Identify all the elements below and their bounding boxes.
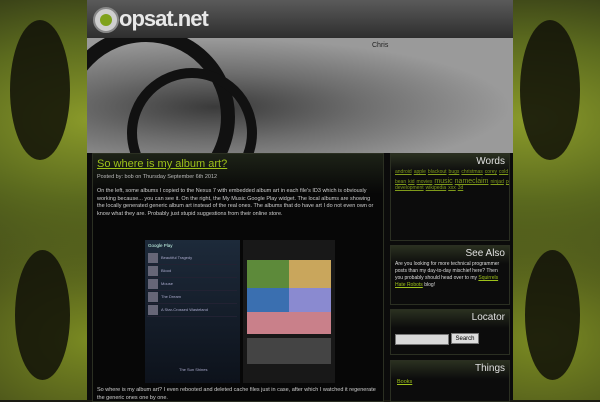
- album-row: Beautiful Tragedy: [147, 252, 237, 265]
- tag-link[interactable]: christmas: [461, 169, 482, 175]
- widget-title: Things: [474, 363, 505, 374]
- ornament-right: [520, 20, 580, 160]
- tag-link[interactable]: ninjad: [491, 179, 504, 185]
- site-logo[interactable]: opsat.net: [119, 6, 209, 32]
- widget-tile: [289, 288, 331, 312]
- tag-link[interactable]: cold: [499, 169, 508, 175]
- tag-link[interactable]: performance: [506, 179, 509, 185]
- tag-link[interactable]: apple: [414, 169, 426, 175]
- tag-link[interactable]: music: [434, 178, 452, 185]
- blog-post: So where is my album art? Posted by: bob…: [92, 153, 384, 402]
- screenshot-header: Google Play: [148, 243, 173, 248]
- books-link[interactable]: Books: [397, 379, 412, 385]
- tag-link[interactable]: corey: [485, 169, 497, 175]
- phone-screenshot-right: [243, 240, 335, 383]
- widget-tile: [289, 260, 331, 288]
- widget-words: Words android apple blackout bugs christmas c…: [390, 153, 510, 241]
- ornament-left: [10, 20, 70, 160]
- album-art-icon: [148, 279, 158, 289]
- album-art-icon: [148, 292, 158, 302]
- widget-tile: [289, 312, 331, 334]
- tag-link[interactable]: bugs: [449, 169, 460, 175]
- header-bar: opsat.net: [87, 0, 513, 39]
- widget-locator: Locator Search: [390, 309, 510, 355]
- widget-see-also: See Also Are you looking for more techni…: [390, 245, 510, 305]
- tag-link[interactable]: android: [395, 169, 412, 175]
- banner-tag: Chris: [372, 42, 389, 49]
- ornament-left-lower: [15, 250, 70, 380]
- tag-cloud: android apple blackout bugs christmas corey co…: [395, 169, 509, 191]
- logo-icon[interactable]: [93, 7, 119, 33]
- screenshot-footer: The Sun Shines: [179, 367, 208, 372]
- widget-tile: [247, 260, 289, 288]
- widget-title: See Also: [465, 248, 505, 259]
- header-banner: Chris: [87, 38, 513, 153]
- tag-link[interactable]: wikipedia: [426, 185, 447, 191]
- widget-tile: [247, 338, 331, 364]
- widget-tile: [247, 288, 289, 312]
- tag-link[interactable]: 3d: [458, 185, 464, 191]
- widget-title: Words: [476, 156, 505, 167]
- search-input[interactable]: [395, 334, 449, 345]
- search-button[interactable]: Search: [451, 333, 479, 344]
- ornament-right-lower: [525, 250, 580, 380]
- album-row: The Dream: [147, 291, 237, 304]
- album-art-icon: [148, 253, 158, 263]
- see-also-text: Are you looking for more technical progr…: [395, 261, 500, 288]
- widget-tile: [247, 312, 289, 334]
- album-row: Blood: [147, 265, 237, 278]
- tag-link[interactable]: blackout: [428, 169, 447, 175]
- tag-link[interactable]: nameclaim: [455, 178, 489, 185]
- tag-link[interactable]: xxx: [448, 185, 456, 191]
- phone-screenshot-left: Google Play Beautiful Tragedy Blood Mous…: [145, 240, 240, 383]
- album-art-icon: [148, 305, 158, 315]
- post-body: On the left, some albums I copied to the…: [97, 188, 374, 217]
- widget-things: Things Books: [390, 360, 510, 402]
- album-art-icon: [148, 266, 158, 276]
- post-title-link[interactable]: So where is my album art?: [97, 158, 227, 170]
- widget-title: Locator: [471, 312, 505, 323]
- blog-page: opsat.net Chris So where is my album art…: [87, 0, 513, 402]
- post-meta: Posted by: bob on Thursday September 6th…: [97, 174, 218, 180]
- album-row: A Star-Crossed Wasteland: [147, 304, 237, 317]
- album-row: Mouse: [147, 278, 237, 291]
